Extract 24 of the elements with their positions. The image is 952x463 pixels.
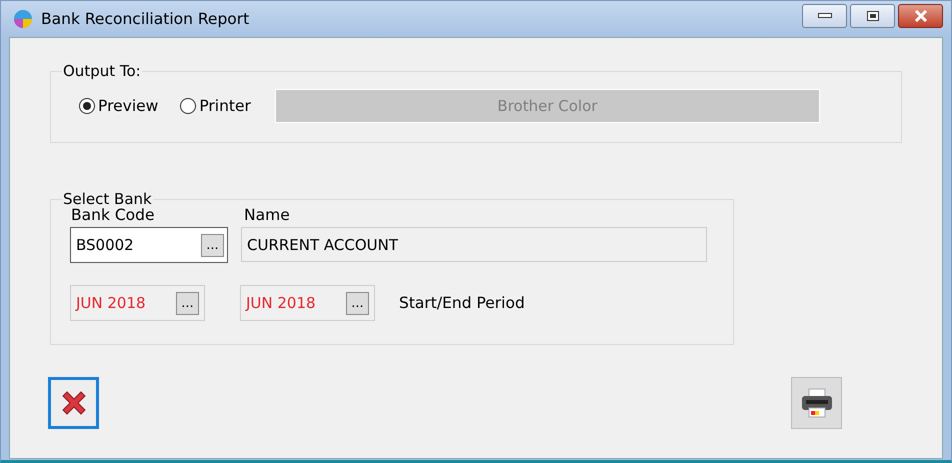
group-label: Output To: bbox=[62, 62, 142, 80]
field-label: Bank Code bbox=[71, 206, 156, 224]
maximize-icon bbox=[866, 11, 878, 21]
period-field[interactable]: JUN 2018 ... bbox=[70, 285, 205, 321]
browse-button[interactable]: ... bbox=[201, 234, 224, 256]
browse-button[interactable]: ... bbox=[346, 292, 369, 314]
minimize-button[interactable] bbox=[802, 4, 847, 28]
minimize-icon bbox=[818, 13, 832, 19]
period-field[interactable]: JUN 2018 ... bbox=[240, 285, 375, 321]
radio-option[interactable]: Printer bbox=[180, 97, 251, 115]
window-title: Bank Reconciliation Report bbox=[41, 10, 250, 28]
maximize-button[interactable] bbox=[850, 4, 895, 28]
radio-option[interactable]: Preview bbox=[79, 97, 158, 115]
app-logo-icon bbox=[13, 9, 33, 29]
close-button[interactable] bbox=[898, 4, 943, 28]
close-icon bbox=[914, 10, 928, 22]
cancel-button[interactable] bbox=[48, 377, 99, 429]
print-button[interactable] bbox=[791, 377, 842, 429]
field-label: Name bbox=[244, 206, 290, 224]
bank-code-field[interactable]: BS0002 ... bbox=[70, 227, 228, 263]
name-field[interactable]: CURRENT ACCOUNT bbox=[241, 227, 707, 262]
browse-button[interactable]: ... bbox=[176, 292, 199, 314]
field-label: Start/End Period bbox=[399, 294, 525, 312]
group-label: Select Bank bbox=[62, 190, 153, 208]
